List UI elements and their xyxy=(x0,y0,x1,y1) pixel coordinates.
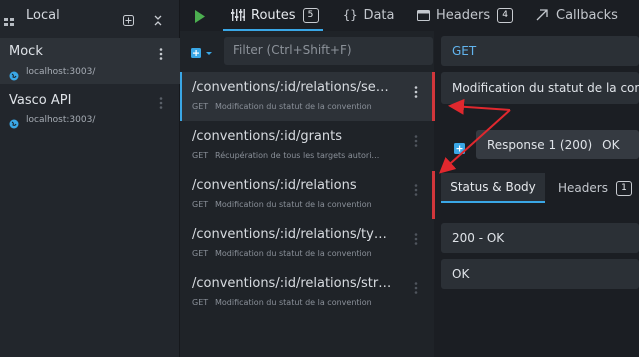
status-code-value: 200 - OK xyxy=(452,231,505,245)
tab-callbacks[interactable]: Callbacks xyxy=(536,0,618,30)
add-environment-icon[interactable] xyxy=(123,11,134,26)
route-item[interactable]: /conventions/:id/relations/search… GET M… xyxy=(180,72,434,121)
route-menu-icon[interactable] xyxy=(410,84,422,98)
globe-icon xyxy=(9,66,19,81)
environment-menu-icon[interactable] xyxy=(4,12,14,26)
status-message-input[interactable]: OK xyxy=(441,259,639,289)
route-documentation: Modification du statut de la convention xyxy=(215,102,372,111)
route-documentation: Modification du statut de la convention xyxy=(215,298,372,307)
documentation-value: Modification du statut de la convention xyxy=(452,81,639,95)
highlight-marker xyxy=(432,171,435,219)
route-documentation: Récupération de tous les targets autori… xyxy=(215,151,380,160)
routes-icon xyxy=(231,9,245,21)
route-filter-input[interactable]: Filter (Ctrl+Shift+F) xyxy=(224,37,433,65)
route-path: /conventions/:id/relations xyxy=(192,178,357,193)
route-path: /conventions/:id/relations/struct… xyxy=(192,276,394,291)
environment-host: localhost:3003/ xyxy=(26,67,96,77)
route-method: GET xyxy=(192,200,209,209)
tab-data-label: Data xyxy=(363,7,395,23)
route-method: GET xyxy=(192,249,209,258)
response-status-text: OK xyxy=(602,137,620,152)
route-menu-icon[interactable] xyxy=(410,280,422,294)
status-code-select[interactable]: 200 - OK xyxy=(441,223,639,253)
environment-menu-icon[interactable] xyxy=(155,95,167,109)
collapse-icon[interactable] xyxy=(153,11,163,26)
tab-status-body[interactable]: Status & Body xyxy=(441,173,545,203)
route-path: /conventions/:id/relations/types-… xyxy=(192,227,394,242)
play-icon[interactable] xyxy=(195,8,205,23)
route-method: GET xyxy=(192,151,209,160)
braces-icon: {} xyxy=(343,8,358,22)
route-menu-icon[interactable] xyxy=(410,182,422,196)
route-path: /conventions/:id/grants xyxy=(192,129,343,144)
route-method: GET xyxy=(192,102,209,111)
tab-headers-label: Headers xyxy=(436,7,491,23)
tab-data[interactable]: {} Data xyxy=(343,0,395,30)
environments-panel: Local Mock localhost:3003/ Vasco API loc… xyxy=(0,0,180,357)
method-select[interactable]: GET xyxy=(441,36,639,66)
tab-status-body-label: Status & Body xyxy=(450,180,536,194)
tab-routes-label: Routes xyxy=(251,7,296,23)
status-message-value: OK xyxy=(452,267,470,281)
routes-count-badge: 5 xyxy=(302,7,319,23)
tab-response-headers[interactable]: Headers 1 xyxy=(558,173,632,203)
environment-name: Mock xyxy=(9,44,43,59)
route-item[interactable]: /conventions/:id/relations/struct… GET M… xyxy=(180,268,434,317)
route-documentation: Modification du statut de la convention xyxy=(215,200,372,209)
response-headers-count-badge: 1 xyxy=(615,180,632,196)
globe-icon xyxy=(9,114,19,129)
add-response-icon[interactable] xyxy=(454,139,465,154)
environments-header: Local xyxy=(0,0,180,34)
filter-placeholder: Filter (Ctrl+Shift+F) xyxy=(233,43,352,57)
tab-response-headers-label: Headers xyxy=(558,181,608,195)
highlight-marker xyxy=(432,72,435,121)
headers-count-badge: 4 xyxy=(497,7,514,23)
tab-routes[interactable]: Routes 5 xyxy=(231,0,319,30)
route-method: GET xyxy=(192,298,209,307)
route-path: /conventions/:id/relations/search… xyxy=(192,80,394,95)
environment-item-mock[interactable]: Mock localhost:3003/ xyxy=(0,38,180,84)
headers-icon xyxy=(417,9,430,21)
route-documentation: Modification du statut de la convention xyxy=(215,249,372,258)
route-item[interactable]: /conventions/:id/grants GET Récupération… xyxy=(180,121,434,170)
tab-callbacks-label: Callbacks xyxy=(556,7,618,23)
response-label: Response 1 (200) xyxy=(487,137,593,152)
route-menu-icon[interactable] xyxy=(410,133,422,147)
environments-title: Local xyxy=(26,8,60,23)
route-item[interactable]: /conventions/:id/relations/types-… GET M… xyxy=(180,219,434,268)
environment-name: Vasco API xyxy=(9,93,72,108)
environment-host: localhost:3003/ xyxy=(26,115,96,125)
route-menu-icon[interactable] xyxy=(410,231,422,245)
arrow-up-right-icon xyxy=(536,9,548,21)
response-select[interactable]: Response 1 (200) OK xyxy=(476,130,639,159)
environment-menu-icon[interactable] xyxy=(155,46,167,60)
environment-item-vasco-api[interactable]: Vasco API localhost:3003/ xyxy=(0,85,180,131)
route-item[interactable]: /conventions/:id/relations GET Modificat… xyxy=(180,170,434,219)
tab-headers[interactable]: Headers 4 xyxy=(417,0,514,30)
documentation-input[interactable]: Modification du statut de la convention xyxy=(441,72,639,104)
method-value: GET xyxy=(452,44,477,58)
add-route-icon[interactable] xyxy=(191,44,215,58)
